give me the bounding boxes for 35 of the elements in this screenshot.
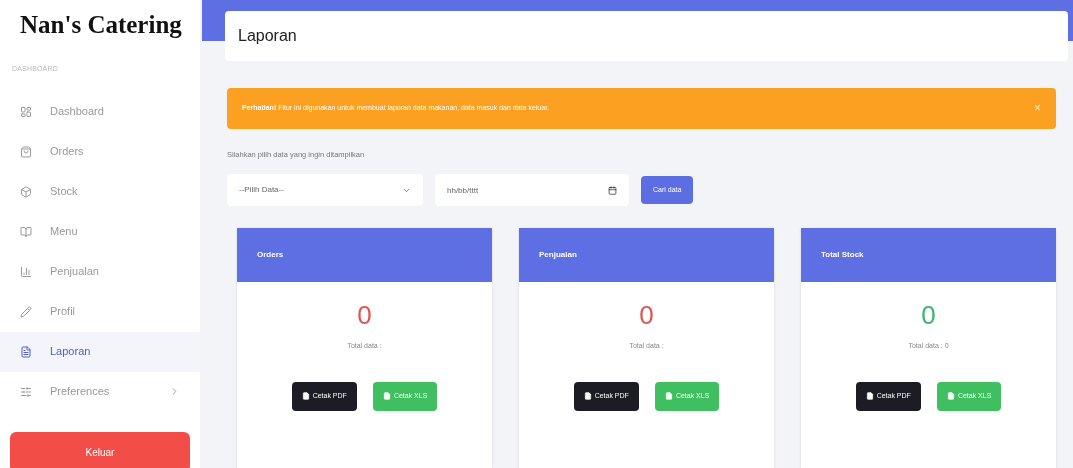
book-icon (20, 225, 32, 238)
sidebar-item[interactable]: Preferences (0, 371, 200, 412)
date-field[interactable]: hh/bb/tttt (435, 174, 629, 206)
close-button[interactable]: × (1034, 99, 1041, 118)
bag-icon (20, 145, 32, 158)
chart-icon (20, 265, 32, 278)
sliders-icon (20, 385, 32, 398)
data-select[interactable]: --Pilih Data-- (227, 174, 423, 206)
sidebar-item[interactable]: Stock (0, 171, 200, 212)
sidebar-item[interactable]: Penjualan (0, 251, 200, 292)
file-icon (583, 392, 592, 400)
file-icon (865, 392, 874, 400)
card-value: 0 (639, 299, 654, 332)
file-icon (382, 392, 391, 400)
sidebar-item[interactable]: Dashboard (0, 91, 200, 132)
calendar-icon (608, 185, 617, 195)
pencil-icon (20, 305, 32, 318)
sidebar-item[interactable]: Orders (0, 131, 200, 172)
brand-title: Nan's Catering (19, 10, 183, 40)
card-value: 0 (357, 299, 372, 332)
card-value: 0 (921, 299, 936, 332)
card-title: Penjualan (539, 249, 577, 261)
document-icon (20, 345, 32, 358)
file-icon (946, 392, 955, 400)
sidebar-item[interactable]: Laporan (0, 331, 200, 372)
logout-button[interactable]: Keluar (10, 432, 190, 468)
box-icon (20, 185, 32, 198)
page-title: Laporan (238, 25, 297, 46)
card-title: Orders (257, 249, 284, 261)
sidebar-item[interactable]: Menu (0, 211, 200, 252)
file-icon (301, 392, 310, 400)
card-title: Total Stock (821, 249, 864, 261)
file-icon (664, 392, 673, 400)
dashboard-icon (20, 105, 32, 118)
sidebar-item[interactable]: Profil (0, 291, 200, 332)
